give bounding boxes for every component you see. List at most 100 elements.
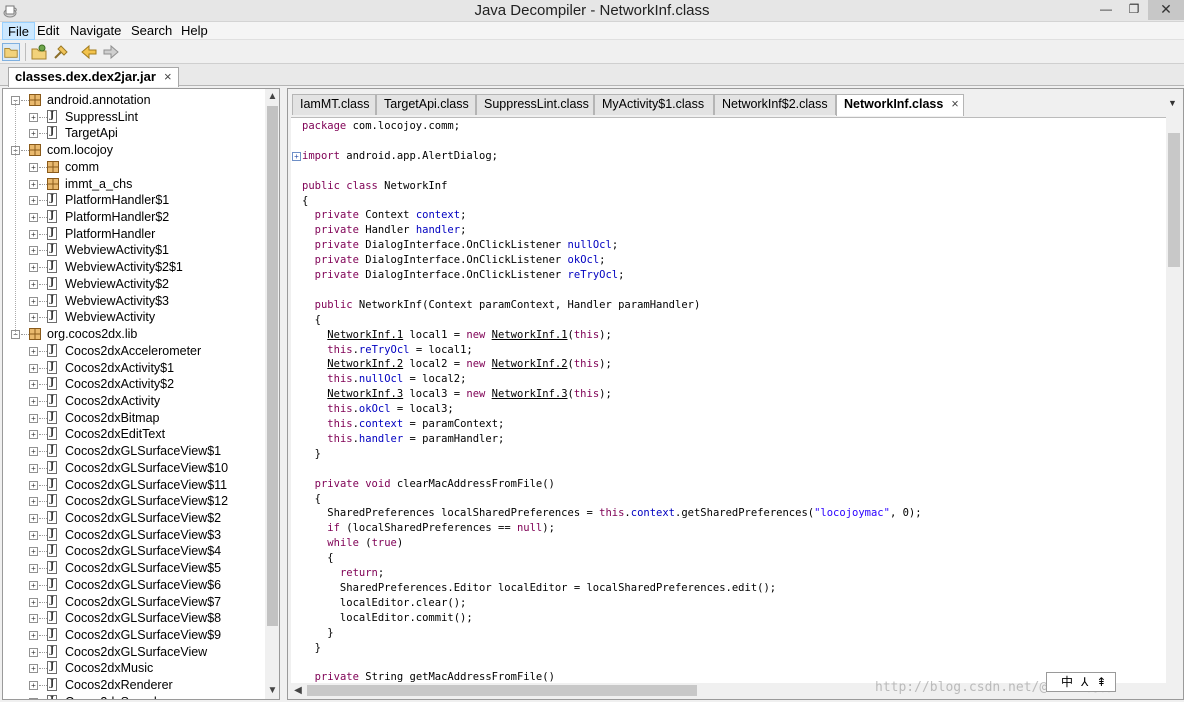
- expand-icon[interactable]: +: [29, 313, 38, 323]
- file-tab[interactable]: SuppressLint.class: [476, 94, 594, 115]
- file-tab[interactable]: IamMT.class: [292, 94, 376, 115]
- tree-class-node[interactable]: + J Cocos2dxSound: [3, 694, 263, 699]
- tree-class-node[interactable]: + J WebviewActivity$1: [3, 242, 263, 258]
- tree-package-node[interactable]: − com.locojoy: [3, 142, 263, 158]
- tree-class-node[interactable]: + J Cocos2dxRenderer: [3, 677, 263, 693]
- code-link[interactable]: NetworkInf.2: [327, 358, 403, 370]
- code-vscroll-thumb[interactable]: [1168, 133, 1180, 267]
- menu-search[interactable]: Search: [126, 22, 177, 40]
- restore-button[interactable]: ❐: [1120, 0, 1148, 20]
- expand-icon[interactable]: +: [29, 296, 38, 306]
- tree-class-node[interactable]: + J TargetApi: [3, 125, 263, 141]
- code-link[interactable]: NetworkInf.3: [327, 388, 403, 400]
- tree-class-node[interactable]: + J Cocos2dxBitmap: [3, 410, 263, 426]
- menu-help[interactable]: Help: [176, 22, 213, 40]
- expand-icon[interactable]: +: [29, 380, 38, 390]
- tree-class-node[interactable]: + J Cocos2dxGLSurfaceView$2: [3, 510, 263, 526]
- tree-class-node[interactable]: + J Cocos2dxGLSurfaceView$3: [3, 527, 263, 543]
- expand-icon[interactable]: +: [29, 413, 38, 423]
- expand-icon[interactable]: +: [29, 664, 38, 674]
- tree-package-node[interactable]: + comm: [3, 159, 263, 175]
- file-tab[interactable]: MyActivity$1.class: [594, 94, 714, 115]
- expand-icon[interactable]: +: [29, 396, 38, 406]
- expand-icon[interactable]: +: [29, 162, 38, 172]
- fold-expand-icon[interactable]: +: [292, 151, 301, 161]
- expand-icon[interactable]: +: [29, 530, 38, 540]
- tree-class-node[interactable]: + J SuppressLint: [3, 109, 263, 125]
- tree-class-node[interactable]: + J Cocos2dxEditText: [3, 426, 263, 442]
- tab-list-dropdown-icon[interactable]: ▼: [1168, 98, 1177, 108]
- ime-mode[interactable]: ⅄: [1081, 675, 1088, 689]
- tree-class-node[interactable]: + J PlatformHandler$2: [3, 209, 263, 225]
- ime-language[interactable]: 中: [1061, 675, 1073, 689]
- open-file-icon[interactable]: [2, 43, 20, 61]
- tree-class-node[interactable]: + J Cocos2dxGLSurfaceView$8: [3, 610, 263, 626]
- scroll-up-icon[interactable]: ▲: [265, 89, 279, 105]
- expand-icon[interactable]: +: [29, 179, 38, 189]
- close-tab-icon[interactable]: ×: [164, 69, 172, 84]
- tree-scrollbar[interactable]: ▲ ▼: [265, 89, 279, 699]
- tree-class-node[interactable]: + J Cocos2dxAccelerometer: [3, 343, 263, 359]
- minimize-button[interactable]: —: [1092, 0, 1120, 20]
- ime-settings[interactable]: ⇞: [1096, 675, 1106, 689]
- menu-edit[interactable]: Edit: [32, 22, 64, 40]
- expand-icon[interactable]: +: [29, 547, 38, 557]
- expand-icon[interactable]: +: [29, 597, 38, 607]
- code-vertical-scrollbar[interactable]: [1166, 117, 1182, 683]
- tree-class-node[interactable]: + J Cocos2dxActivity$1: [3, 360, 263, 376]
- expand-icon[interactable]: +: [29, 631, 38, 641]
- code-link[interactable]: NetworkInf.3: [492, 388, 568, 400]
- expand-icon[interactable]: +: [29, 363, 38, 373]
- expand-icon[interactable]: +: [29, 647, 38, 657]
- expand-icon[interactable]: +: [29, 279, 38, 289]
- tree-class-node[interactable]: + J Cocos2dxActivity: [3, 393, 263, 409]
- expand-icon[interactable]: +: [29, 580, 38, 590]
- tree-class-node[interactable]: + J Cocos2dxGLSurfaceView$10: [3, 460, 263, 476]
- search-icon[interactable]: [52, 43, 70, 61]
- tree-class-node[interactable]: + J Cocos2dxGLSurfaceView$6: [3, 577, 263, 593]
- tree-class-node[interactable]: + J Cocos2dxGLSurfaceView$7: [3, 594, 263, 610]
- scroll-left-icon[interactable]: ◀: [291, 683, 305, 698]
- close-button[interactable]: ✕: [1148, 0, 1184, 20]
- expand-icon[interactable]: +: [29, 614, 38, 624]
- file-tab[interactable]: NetworkInf.class ×: [836, 94, 964, 116]
- back-arrow-icon[interactable]: [80, 43, 98, 61]
- code-hscroll-thumb[interactable]: [307, 685, 697, 696]
- code-link[interactable]: NetworkInf.1: [492, 329, 568, 341]
- code-link[interactable]: NetworkInf.1: [327, 329, 403, 341]
- tree-class-node[interactable]: + J WebviewActivity$2$1: [3, 259, 263, 275]
- open-type-icon[interactable]: [30, 43, 48, 61]
- tree-scroll-thumb[interactable]: [267, 106, 278, 626]
- tree-class-node[interactable]: + J Cocos2dxGLSurfaceView$1: [3, 443, 263, 459]
- tree-package-node[interactable]: − android.annotation: [3, 92, 263, 108]
- expand-icon[interactable]: +: [29, 346, 38, 356]
- file-tab[interactable]: TargetApi.class: [376, 94, 476, 115]
- file-tab[interactable]: NetworkInf$2.class: [714, 94, 836, 115]
- archive-tab[interactable]: classes.dex.dex2jar.jar ×: [8, 67, 179, 87]
- tree-class-node[interactable]: + J PlatformHandler: [3, 226, 263, 242]
- expand-icon[interactable]: +: [29, 497, 38, 507]
- ime-toolbar[interactable]: 中 ⅄ ⇞: [1046, 672, 1116, 692]
- expand-icon[interactable]: +: [29, 246, 38, 256]
- code-link[interactable]: NetworkInf.2: [492, 358, 568, 370]
- forward-arrow-icon[interactable]: [102, 43, 120, 61]
- tree-class-node[interactable]: + J Cocos2dxMusic: [3, 660, 263, 676]
- expand-icon[interactable]: +: [29, 697, 38, 699]
- tree-class-node[interactable]: + J Cocos2dxActivity$2: [3, 376, 263, 392]
- tree-class-node[interactable]: + J Cocos2dxGLSurfaceView$9: [3, 627, 263, 643]
- expand-icon[interactable]: +: [29, 447, 38, 457]
- expand-icon[interactable]: +: [29, 129, 38, 139]
- expand-icon[interactable]: +: [29, 681, 38, 691]
- close-tab-icon[interactable]: ×: [951, 97, 958, 111]
- expand-icon[interactable]: +: [29, 213, 38, 223]
- scroll-down-icon[interactable]: ▼: [265, 683, 279, 699]
- tree-class-node[interactable]: + J WebviewActivity$3: [3, 293, 263, 309]
- tree-class-node[interactable]: + J Cocos2dxGLSurfaceView$5: [3, 560, 263, 576]
- tree-class-node[interactable]: + J WebviewActivity$2: [3, 276, 263, 292]
- expand-icon[interactable]: +: [29, 430, 38, 440]
- expand-icon[interactable]: +: [29, 564, 38, 574]
- expand-icon[interactable]: +: [29, 229, 38, 239]
- tree-package-node[interactable]: + immt_a_chs: [3, 176, 263, 192]
- tree-class-node[interactable]: + J Cocos2dxGLSurfaceView$12: [3, 493, 263, 509]
- tree-package-node[interactable]: − org.cocos2dx.lib: [3, 326, 263, 342]
